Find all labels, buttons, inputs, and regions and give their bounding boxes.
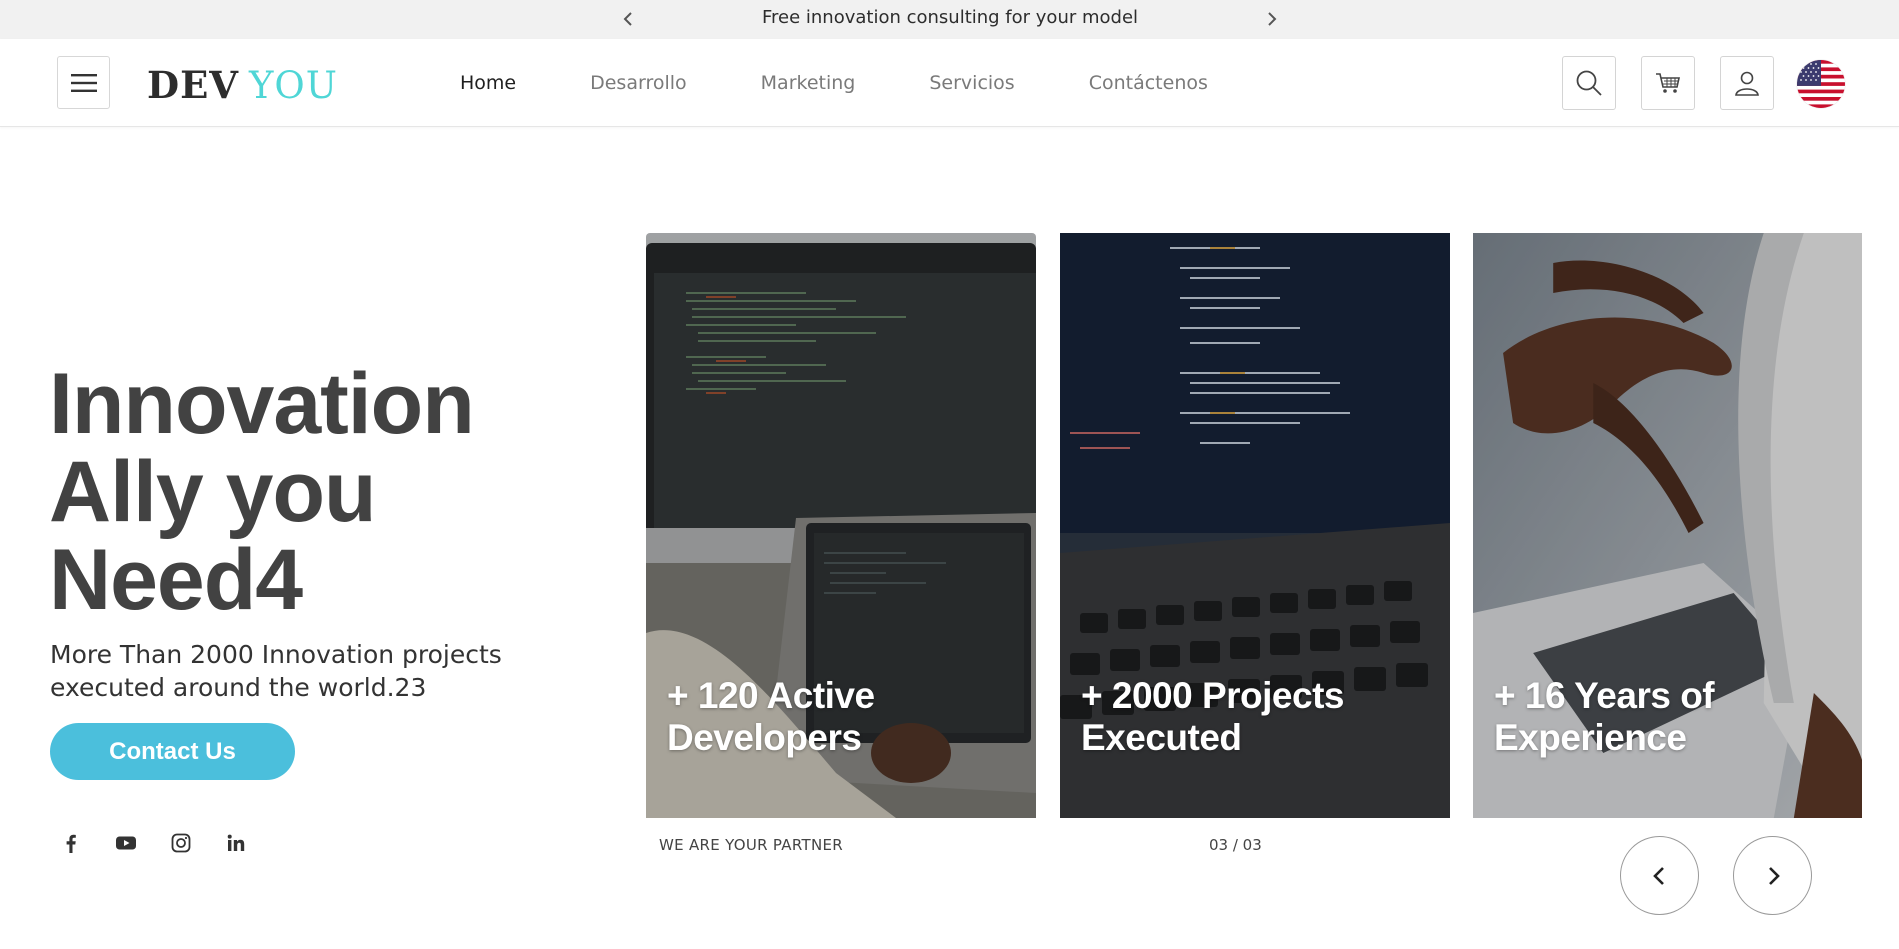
stat-card-developers[interactable]: + 120 Active Developers xyxy=(646,233,1036,818)
user-icon xyxy=(1735,71,1759,96)
youtube-link[interactable] xyxy=(113,830,139,856)
logo[interactable]: DEV YOU xyxy=(147,63,338,107)
nav-contactenos[interactable]: Contáctenos xyxy=(1089,72,1208,94)
chevron-right-icon xyxy=(1768,866,1780,885)
card-caption: + 2000 Projects Executed xyxy=(1081,675,1345,758)
slider-next-button[interactable] xyxy=(1733,836,1812,915)
nav-servicios[interactable]: Servicios xyxy=(929,72,1014,94)
logo-you: YOU xyxy=(249,64,338,107)
announcement-prev-button[interactable] xyxy=(614,4,644,34)
contact-us-button[interactable]: Contact Us xyxy=(50,723,295,780)
card-caption: + 120 Active Developers xyxy=(667,675,875,758)
menu-button[interactable] xyxy=(57,56,110,109)
menu-icon xyxy=(70,73,97,92)
language-selector[interactable] xyxy=(1797,60,1845,108)
main-nav: Home Desarrollo Marketing Servicios Cont… xyxy=(460,39,1282,127)
us-flag-icon xyxy=(1797,60,1845,108)
youtube-icon xyxy=(116,836,136,850)
nav-desarrollo[interactable]: Desarrollo xyxy=(590,72,687,94)
facebook-icon xyxy=(66,834,76,853)
instagram-icon xyxy=(171,833,191,853)
partner-tagline: WE ARE YOUR PARTNER xyxy=(659,836,843,854)
search-button[interactable] xyxy=(1562,56,1616,110)
search-icon xyxy=(1576,70,1602,96)
hero-subtitle: More Than 2000 Innovation projects execu… xyxy=(50,640,502,702)
slider-prev-button[interactable] xyxy=(1620,836,1699,915)
announcement-bar: Free innovation consulting for your mode… xyxy=(0,0,1899,39)
stat-card-experience[interactable]: + 16 Years of Experience xyxy=(1473,233,1862,818)
cart-icon xyxy=(1656,73,1680,93)
social-links xyxy=(58,830,278,856)
instagram-link[interactable] xyxy=(168,830,194,856)
chevron-left-icon xyxy=(1652,866,1664,885)
announcement-next-button[interactable] xyxy=(1256,4,1286,34)
nav-marketing[interactable]: Marketing xyxy=(761,72,856,94)
site-header: DEV YOU Home Desarrollo Marketing Servic… xyxy=(0,39,1899,127)
facebook-link[interactable] xyxy=(58,830,84,856)
card-caption: + 16 Years of Experience xyxy=(1494,675,1715,758)
stat-card-projects[interactable]: + 2000 Projects Executed xyxy=(1060,233,1450,818)
chevron-left-icon xyxy=(623,12,632,26)
announcement-text: Free innovation consulting for your mode… xyxy=(761,7,1139,28)
slide-counter: 03 / 03 xyxy=(1209,836,1262,854)
logo-dev: DEV xyxy=(147,63,239,107)
linkedin-icon xyxy=(227,834,245,851)
chevron-right-icon xyxy=(1268,12,1277,26)
linkedin-link[interactable] xyxy=(223,830,249,856)
hero-title: Innovation Ally you Need4 xyxy=(49,356,475,628)
nav-home[interactable]: Home xyxy=(460,72,516,94)
account-button[interactable] xyxy=(1720,56,1774,110)
cart-button[interactable] xyxy=(1641,56,1695,110)
